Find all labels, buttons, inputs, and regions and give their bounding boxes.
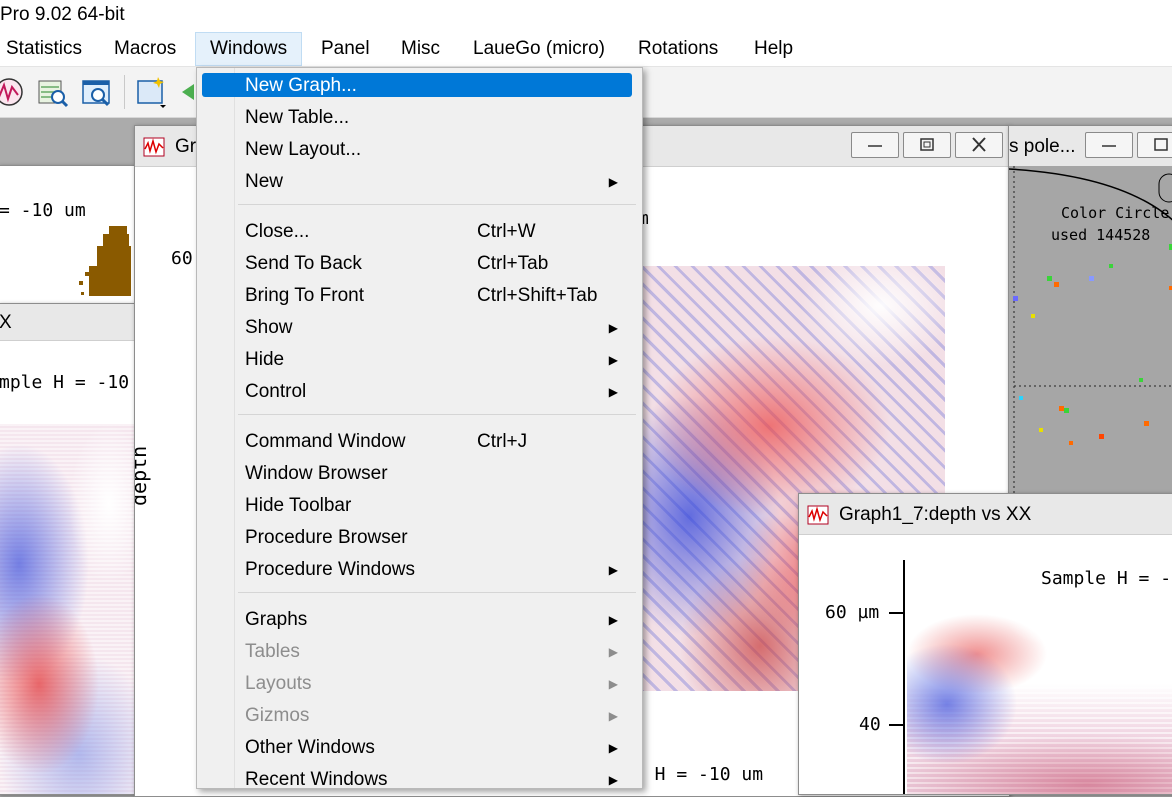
window-search-icon[interactable] [80,75,114,109]
close-icon [972,137,986,152]
menu-statistics[interactable]: Statistics [6,38,82,60]
window-title: s pole... [1009,136,1076,157]
menu-item-hide[interactable]: Hide ▶ [197,345,642,377]
submenu-arrow-icon: ▶ [608,353,618,367]
minimize-button[interactable] [851,132,899,158]
pole-figure-caption-1: Color Circle [1061,204,1170,222]
submenu-arrow-icon: ▶ [608,677,618,691]
menu-item-command-window[interactable]: Command Window Ctrl+J [197,427,642,459]
graph-window-left-mid[interactable]: X mple H = -10 [0,303,135,795]
menu-item-new-graph[interactable]: New Graph... [197,72,642,104]
graph-annotation: mple H = -10 [0,372,130,393]
menu-item-recent-windows[interactable]: Recent Windows ▶ [197,765,642,797]
heatmap-image [0,424,134,794]
graph-annotation: Sample H = - [1041,568,1172,589]
y-axis [903,560,905,794]
maximize-button[interactable] [1137,132,1172,158]
window-title: Gr [175,136,197,157]
menu-windows[interactable]: Windows [195,32,303,66]
submenu-arrow-icon: ▶ [608,385,618,399]
menu-item-bring-to-front[interactable]: Bring To Front Ctrl+Shift+Tab [197,281,642,313]
windows-dropdown-menu: New Graph... New Table... New Layout... … [196,67,643,790]
menu-lauego[interactable]: LaueGo (micro) [473,38,605,60]
maximize-icon [1154,138,1168,151]
minimize-button[interactable] [1085,132,1133,158]
menu-item-control[interactable]: Control ▶ [197,377,642,409]
new-layout-icon[interactable] [134,75,168,109]
graph-window-icon [807,505,829,525]
y-tick-label-60: 60 µm [825,602,880,623]
maximize-icon [920,138,934,151]
menu-item-close[interactable]: Close... Ctrl+W [197,217,642,249]
submenu-arrow-icon: ▶ [608,321,618,335]
graph-window-left-top[interactable]: = -10 um [0,165,135,307]
graph-window-poles[interactable]: s pole... Color Circle used 144528 [1008,125,1172,507]
menu-item-gizmos: Gizmos ▶ [245,705,618,726]
menu-item-new[interactable]: New ▶ [197,167,642,199]
menu-misc[interactable]: Misc [401,38,440,60]
submenu-arrow-icon: ▶ [608,645,618,659]
menu-item-procedure-browser[interactable]: Procedure Browser [197,523,642,555]
submenu-arrow-icon: ▶ [608,709,618,723]
menu-item-layouts: Layouts ▶ [245,673,618,694]
menu-item-send-to-back[interactable]: Send To Back Ctrl+Tab [197,249,642,281]
heatmap-image [907,594,1172,794]
menu-separator [238,204,636,205]
menu-item-show[interactable]: Show ▶ [197,313,642,345]
submenu-arrow-icon: ▶ [608,563,618,577]
submenu-arrow-icon: ▶ [608,613,618,627]
menu-item-window-browser[interactable]: Window Browser [197,459,642,491]
y-axis-label: depth [134,445,151,506]
menu-item-procedure-windows[interactable]: Procedure Windows ▶ [197,555,642,587]
graph-window-icon [143,137,165,157]
menu-panel[interactable]: Panel [321,38,370,60]
menu-item-new-table[interactable]: New Table... [197,103,642,135]
y-tick-label: 60 [171,248,193,269]
minimize-icon [868,145,882,147]
menu-rotations[interactable]: Rotations [638,38,718,60]
menu-bar: Statistics Macros Windows Panel Misc Lau… [0,32,1172,67]
menu-help[interactable]: Help [754,38,793,60]
menu-item-graphs[interactable]: Graphs ▶ [197,605,642,637]
menu-separator [238,592,636,593]
submenu-arrow-icon: ▶ [608,773,618,787]
toolbar-divider [124,75,125,109]
app-title-bar: Pro 9.02 64-bit [0,0,1172,32]
menu-item-tables: Tables ▶ [245,641,618,662]
menu-item-other-windows[interactable]: Other Windows ▶ [197,733,642,765]
menu-item-new-layout[interactable]: New Layout... [197,135,642,167]
scatter-plot [79,226,131,296]
y-tick-label-40: 40 [859,714,881,735]
menu-macros[interactable]: Macros [114,38,176,60]
submenu-arrow-icon: ▶ [608,175,618,189]
minimize-icon [1102,145,1116,147]
maximize-button[interactable] [903,132,951,158]
close-button[interactable] [955,132,1003,158]
menu-separator [238,414,636,415]
pole-figure-caption-2: used 144528 [1051,226,1151,244]
graph-icon[interactable] [0,75,26,109]
app-title: Pro 9.02 64-bit [0,4,125,25]
graph-bottom-annotation: e H = -10 um [633,764,764,785]
menu-item-hide-toolbar[interactable]: Hide Toolbar [197,491,642,523]
table-search-icon[interactable] [36,75,70,109]
window-title: X [0,312,12,333]
graph-window-front[interactable]: Graph1_7:depth vs XX Sample H = - 60 µm … [798,493,1172,795]
window-title: Graph1_7:depth vs XX [839,504,1032,525]
submenu-arrow-icon: ▶ [608,741,618,755]
